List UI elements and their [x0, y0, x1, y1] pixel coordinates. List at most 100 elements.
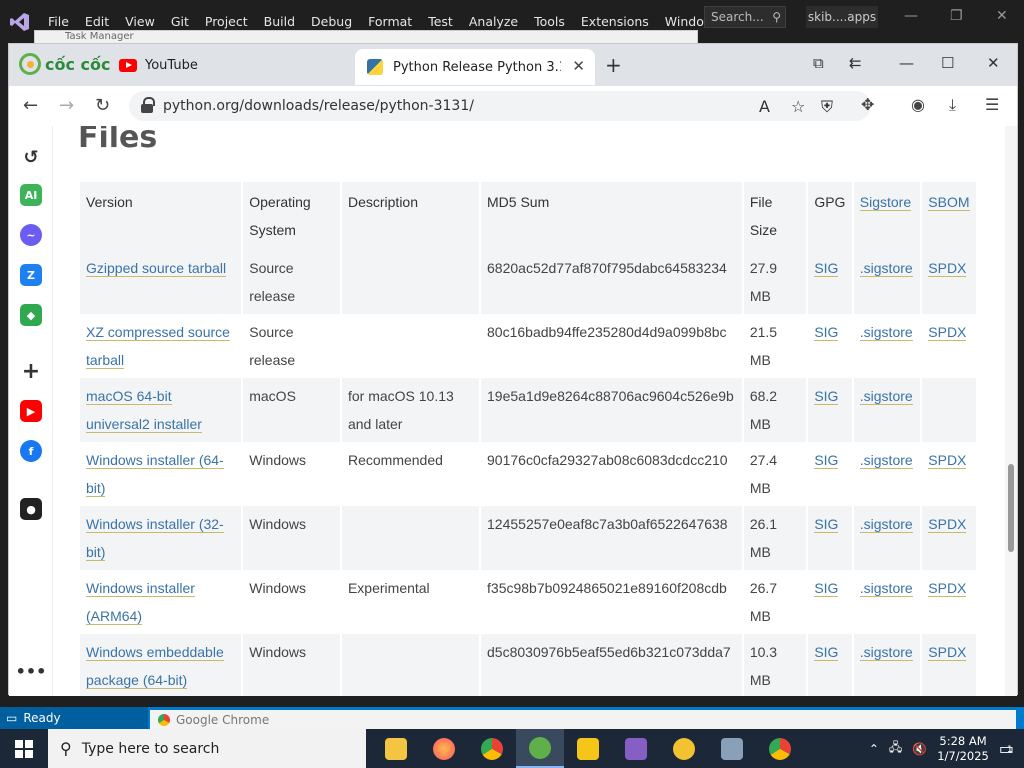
taskbar-visual-studio[interactable]	[612, 729, 660, 768]
menu-tools[interactable]: Tools	[526, 14, 573, 29]
more-icon[interactable]: •••	[16, 660, 47, 682]
sigstore-link[interactable]: .sigstore	[859, 452, 913, 469]
back-icon[interactable]: ←	[23, 95, 38, 116]
sigstore-link[interactable]: .sigstore	[859, 516, 913, 533]
page-scrollbar[interactable]	[1005, 126, 1017, 696]
gpg-sig-link[interactable]: SIG	[814, 516, 839, 533]
taskbar-search[interactable]: ⚲ Type here to search	[48, 729, 366, 768]
extensions-icon[interactable]: ✥	[861, 95, 874, 114]
ai-assistant-icon[interactable]: AI	[20, 184, 42, 206]
scrollbar-thumb[interactable]	[1008, 464, 1014, 552]
gpg-sig-link[interactable]: SIG	[814, 644, 839, 661]
header-sigstore[interactable]: Sigstore	[853, 182, 921, 250]
add-sidebar-icon[interactable]: +	[20, 359, 42, 384]
volume-muted-icon[interactable]: 🔇	[912, 742, 927, 756]
start-button[interactable]	[0, 729, 48, 768]
menu-edit[interactable]: Edit	[77, 14, 117, 29]
messenger-icon[interactable]: ~	[20, 224, 42, 246]
menu-file[interactable]: File	[40, 14, 77, 29]
sbom-link[interactable]: SPDX	[928, 324, 967, 341]
tab-python-release[interactable]: Python Release Python 3.13.1 ✕	[355, 49, 595, 85]
forward-icon[interactable]: →	[59, 95, 74, 116]
zalo-icon[interactable]: Z	[20, 264, 42, 286]
tab-youtube[interactable]: YouTube	[119, 52, 198, 78]
coccoc-logo[interactable]: cốc cốc	[19, 53, 111, 75]
translate-icon[interactable]: A	[759, 97, 770, 116]
profile-icon[interactable]: ◉	[911, 95, 925, 114]
sigstore-link[interactable]: .sigstore	[859, 580, 913, 597]
minimize-icon[interactable]: —	[904, 8, 918, 24]
game-icon[interactable]: ◆	[20, 304, 42, 326]
coccoc-game-icon[interactable]: ●	[20, 498, 42, 520]
history-icon[interactable]: ↺	[20, 146, 42, 168]
vs-search-box[interactable]: Search... ⚲	[704, 6, 786, 28]
menu-git[interactable]: Git	[163, 14, 197, 29]
facebook-icon[interactable]: f	[20, 440, 42, 462]
sbom-link[interactable]: SPDX	[928, 452, 967, 469]
menu-format[interactable]: Format	[360, 14, 420, 29]
gpg-sig-link[interactable]: SIG	[814, 388, 839, 405]
header-sbom[interactable]: SBOM	[922, 182, 976, 250]
sbom-header-link[interactable]: SBOM	[928, 194, 970, 211]
chrome-window-edge[interactable]: Google Chrome	[150, 710, 1016, 730]
network-tray-icon[interactable]: 🖧	[889, 738, 902, 759]
sbom-link[interactable]: SPDX	[928, 644, 967, 661]
window-close-icon[interactable]: ✕	[987, 54, 1000, 72]
taskbar-app-network[interactable]	[708, 729, 756, 768]
screenshot-icon[interactable]: ⧉	[813, 54, 824, 72]
shield-icon[interactable]: ⛨	[821, 97, 833, 117]
taskbar-app-yellow[interactable]	[564, 729, 612, 768]
taskbar-file-explorer[interactable]	[372, 729, 420, 768]
clock[interactable]: 5:28 AM 1/7/2025	[937, 734, 989, 764]
sbom-link[interactable]: SPDX	[928, 516, 967, 533]
menu-test[interactable]: Test	[420, 14, 461, 29]
tab-close-icon[interactable]: ✕	[572, 57, 585, 75]
gpg-sig-link[interactable]: SIG	[814, 452, 839, 469]
version-link[interactable]: Windows installer (64-bit)	[86, 452, 224, 497]
taskbar-chrome-2[interactable]	[756, 729, 804, 768]
menu-debug[interactable]: Debug	[303, 14, 360, 29]
gpg-sig-link[interactable]: SIG	[814, 580, 839, 597]
menu-extensions[interactable]: Extensions	[573, 14, 657, 29]
chevron-up-icon[interactable]: ⌃	[869, 742, 879, 756]
menu-view[interactable]: View	[117, 14, 163, 29]
sbom-link[interactable]: SPDX	[928, 260, 967, 277]
new-tab-icon[interactable]: +	[605, 53, 622, 77]
restore-icon[interactable]: ❐	[950, 8, 963, 24]
gpg-sig-link[interactable]: SIG	[814, 324, 839, 341]
youtube-sidebar-icon[interactable]: ▶	[20, 400, 42, 422]
menu-build[interactable]: Build	[256, 14, 303, 29]
version-link[interactable]: Windows embeddable package (64-bit)	[86, 644, 224, 689]
task-manager-window-edge[interactable]: Task Manager	[34, 30, 698, 44]
sigstore-link[interactable]: .sigstore	[859, 388, 913, 405]
vs-account-badge[interactable]: skib....apps	[806, 6, 878, 28]
sigstore-link[interactable]: .sigstore	[859, 324, 913, 341]
version-link[interactable]: Gzipped source tarball	[86, 260, 227, 277]
address-bar[interactable]: python.org/downloads/release/python-3131…	[129, 91, 871, 121]
sigstore-link[interactable]: .sigstore	[859, 260, 913, 277]
download-icon[interactable]: ⤓	[949, 95, 956, 115]
lock-icon[interactable]	[141, 97, 155, 113]
menu-analyze[interactable]: Analyze	[461, 14, 526, 29]
reload-icon[interactable]: ↻	[95, 95, 110, 116]
bookmark-star-icon[interactable]: ☆	[791, 97, 805, 116]
gpg-sig-link[interactable]: SIG	[814, 260, 839, 277]
taskbar-app-chat[interactable]	[660, 729, 708, 768]
sbom-link[interactable]: SPDX	[928, 580, 967, 597]
notification-icon[interactable]: ▭ 1	[999, 739, 1014, 758]
sigstore-link[interactable]: .sigstore	[859, 644, 913, 661]
menu-project[interactable]: Project	[197, 14, 256, 29]
tab-list-icon[interactable]: ⇇	[849, 54, 862, 72]
taskbar-chrome[interactable]	[468, 729, 516, 768]
version-link[interactable]: Windows installer (ARM64)	[86, 580, 195, 625]
window-maximize-icon[interactable]: ☐	[941, 54, 954, 72]
version-link[interactable]: XZ compressed source tarball	[86, 324, 230, 369]
taskbar-coccoc[interactable]	[516, 729, 564, 768]
window-minimize-icon[interactable]: —	[899, 54, 914, 72]
version-link[interactable]: macOS 64-bit universal2 installer	[86, 388, 202, 433]
sigstore-header-link[interactable]: Sigstore	[859, 194, 912, 211]
version-link[interactable]: Windows installer (32-bit)	[86, 516, 224, 561]
close-icon[interactable]: ✕	[996, 8, 1008, 24]
menu-icon[interactable]: ☰	[985, 95, 999, 114]
taskbar-firefox[interactable]	[420, 729, 468, 768]
